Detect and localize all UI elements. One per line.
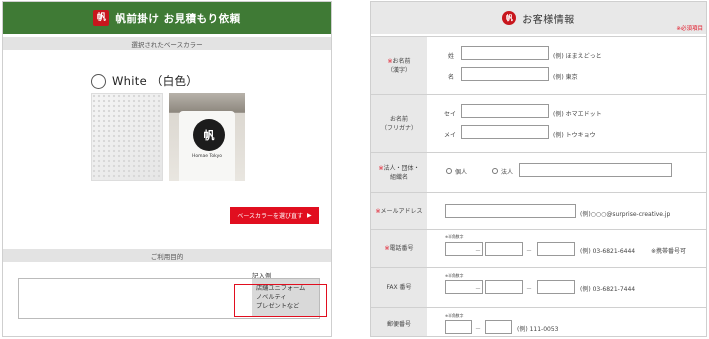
first-name-example: (例) 東京 <box>553 74 578 81</box>
corporate-label: 法人 <box>501 169 514 176</box>
quote-header: 帆 帆前掛け お見積もり依頼 <box>3 2 331 34</box>
reselect-button-label: ベースカラーを選び直す <box>237 214 304 220</box>
brand-logo: 帆 <box>93 10 110 26</box>
row-label: ※メールアドレス <box>371 193 427 229</box>
postal-part1-input[interactable] <box>445 320 472 334</box>
row-postal: 郵便番号 ※半角数字 － (例) 111-0053 <box>371 307 706 336</box>
quote-title: 帆前掛け お見積もり依頼 <box>115 12 241 25</box>
brand-logo: 帆 <box>502 11 517 25</box>
quote-request-panel: 帆 帆前掛け お見積もり依頼 選択されたベースカラー White （白色） 帆 … <box>2 1 332 337</box>
organization-name-input[interactable] <box>519 163 672 177</box>
mobile-note: ※携帯番号可 <box>651 248 687 255</box>
reselect-base-color-button[interactable]: ベースカラーを選び直す ▶ <box>230 207 319 224</box>
phone-example: (例) 03-6821-6444 <box>580 248 636 255</box>
fax-example: (例) 03-6821-7444 <box>580 286 636 293</box>
dash: － <box>526 286 533 293</box>
email-input[interactable] <box>445 204 576 218</box>
row-fax: FAX 番号 ※半角数字 － － (例) 03-6821-7444 <box>371 267 706 307</box>
apron-brand-text: Homae Tokyo <box>191 154 223 159</box>
individual-label: 個人 <box>455 169 468 176</box>
dash: － <box>475 248 482 255</box>
phone-part2-input[interactable] <box>485 242 523 256</box>
row-name-kana: お名前 （フリガナ） セイ (例) ホマエドット メイ (例) トウキョウ <box>371 94 706 152</box>
required-note: ※必須項目 <box>676 26 703 32</box>
example-highlight-frame <box>234 284 327 317</box>
base-color-section-header: 選択されたベースカラー <box>3 37 331 50</box>
dash: － <box>526 248 533 255</box>
apron: 帆 Homae Tokyo <box>179 111 235 181</box>
last-name-example: (例) ほまえどっと <box>553 53 602 60</box>
half-width-note: ※半角数字 <box>445 313 464 318</box>
fabric-swatch-image <box>91 93 163 181</box>
half-width-note: ※半角数字 <box>445 234 464 239</box>
postal-example: (例) 111-0053 <box>517 326 559 333</box>
phone-part3-input[interactable] <box>537 242 575 256</box>
dash: － <box>475 326 482 333</box>
first-name-kana-example: (例) トウキョウ <box>553 132 596 139</box>
row-email: ※メールアドレス (例)○○○@surprise-creative.jp <box>371 192 706 229</box>
row-label: ※法人・団体・ 組織名 <box>371 153 427 192</box>
first-name-kana-input[interactable] <box>461 125 549 139</box>
row-label: 郵便番号 <box>371 308 427 336</box>
customer-info-header: 帆 お客様情報 <box>371 2 706 34</box>
last-name-kana-input[interactable] <box>461 104 549 118</box>
customer-info-title: お客様情報 <box>522 14 575 26</box>
last-name-input[interactable] <box>461 46 549 60</box>
fax-part2-input[interactable] <box>485 280 523 294</box>
dash: － <box>475 286 482 293</box>
color-option[interactable]: White （白色） <box>91 73 198 89</box>
fax-part3-input[interactable] <box>537 280 575 294</box>
apron-logo: 帆 <box>193 119 225 151</box>
color-label: White （白色） <box>112 74 199 88</box>
row-label: ※お名前 （漢字） <box>371 37 427 94</box>
purpose-section-header: ご利用目的 <box>3 249 331 262</box>
color-radio[interactable] <box>91 73 106 89</box>
row-name-kanji: ※お名前 （漢字） 姓 (例) ほまえどっと 名 (例) 東京 <box>371 36 706 94</box>
row-label: FAX 番号 <box>371 268 427 307</box>
first-name-input[interactable] <box>461 67 549 81</box>
sei-kana-label: セイ <box>444 111 457 118</box>
email-example: (例)○○○@surprise-creative.jp <box>580 211 671 218</box>
individual-radio[interactable] <box>446 168 452 174</box>
mei-kana-label: メイ <box>444 132 457 139</box>
last-name-kana-example: (例) ホマエドット <box>553 111 602 118</box>
half-width-note: ※半角数字 <box>445 273 464 278</box>
row-organization: ※法人・団体・ 組織名 個人 法人 <box>371 152 706 192</box>
row-label: お名前 （フリガナ） <box>371 95 427 152</box>
row-label: ※電話番号 <box>371 230 427 267</box>
postal-part2-input[interactable] <box>485 320 512 334</box>
corporate-radio[interactable] <box>492 168 498 174</box>
customer-info-panel: 帆 お客様情報 ※必須項目 ※お名前 （漢字） 姓 (例) ほまえどっと 名 (… <box>370 1 707 337</box>
sei-label: 姓 <box>448 53 455 60</box>
row-phone: ※電話番号 ※半角数字 － － (例) 03-6821-6444 ※携帯番号可 <box>371 229 706 267</box>
play-arrow-icon: ▶ <box>307 213 312 219</box>
apron-product-image: 帆 Homae Tokyo <box>169 93 245 181</box>
mei-label: 名 <box>448 74 455 81</box>
